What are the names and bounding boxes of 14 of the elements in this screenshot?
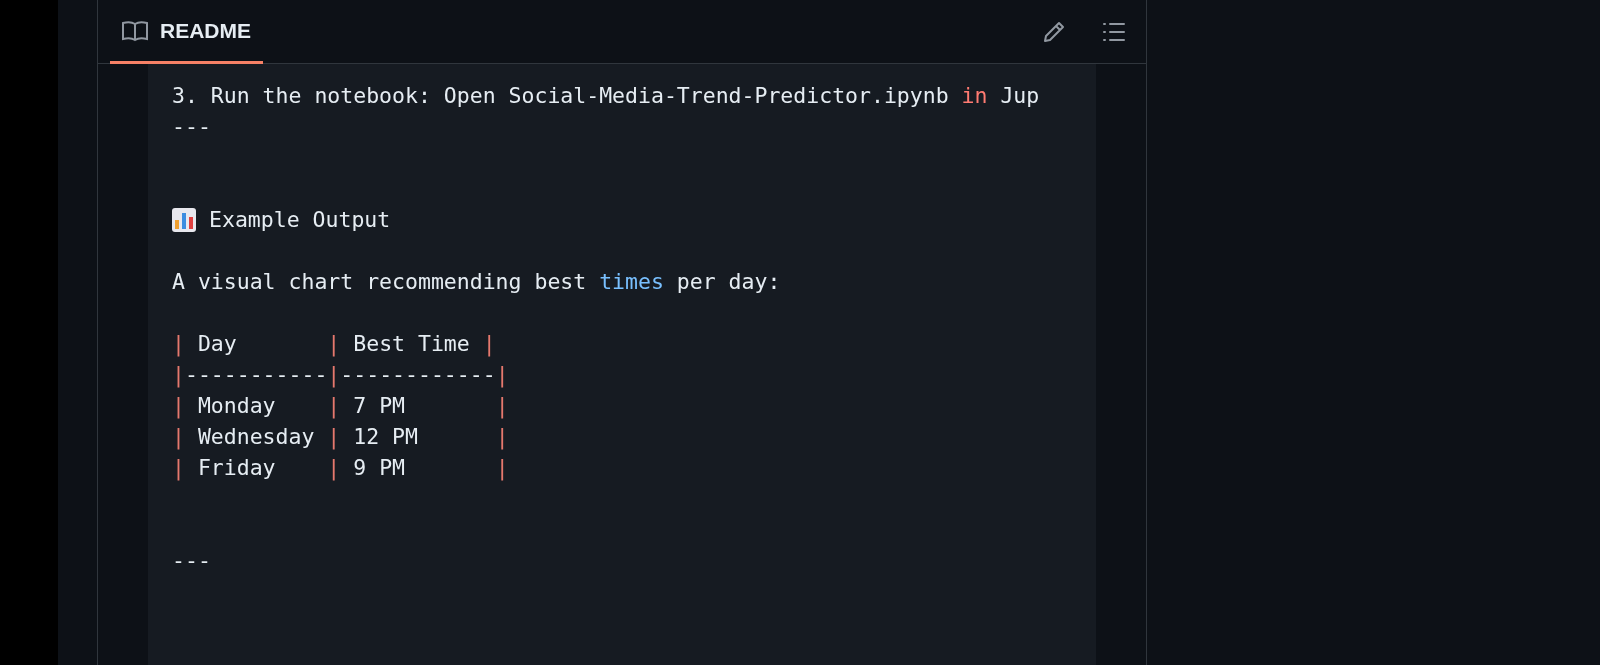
- bar-chart-icon: [172, 207, 196, 232]
- book-icon: [122, 19, 148, 42]
- code-line: 3. Run the notebook: Open Social-Media-Trend-Predictor.ipynb in Jup: [172, 82, 1040, 110]
- code-line: A visual chart recommending best times per day:: [172, 268, 781, 296]
- code-line: |-----------|------------|: [172, 361, 509, 390]
- edit-icon[interactable]: [1042, 19, 1066, 44]
- outline-list-icon[interactable]: [1102, 20, 1126, 43]
- code-line: | Monday | 7 PM |: [172, 392, 509, 421]
- code-line: Example Output: [209, 206, 391, 234]
- code-line: | Wednesday | 12 PM |: [172, 423, 509, 452]
- code-line: ---: [172, 113, 211, 141]
- code-line: | Day | Best Time |: [172, 330, 496, 359]
- code-line: | Friday | 9 PM |: [172, 454, 509, 483]
- code-line: ---: [172, 547, 211, 575]
